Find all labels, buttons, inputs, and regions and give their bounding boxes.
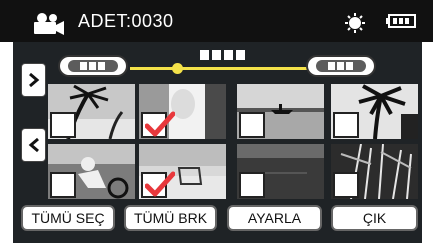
thumbnail-palm-sunset[interactable] — [48, 84, 135, 139]
set-button[interactable]: AYARLA — [227, 205, 322, 231]
thumbnail-palm-silhouette[interactable] — [331, 84, 418, 139]
check-mark-icon — [145, 171, 175, 197]
exit-button[interactable]: ÇIK — [331, 205, 418, 231]
next-pill-icon[interactable] — [306, 55, 376, 77]
header-bar: ADET:0030 — [0, 0, 433, 42]
selection-checkbox[interactable] — [333, 112, 359, 138]
selection-checkbox[interactable] — [239, 172, 265, 198]
battery-icon — [386, 14, 416, 28]
screen: ADET:0030 TÜMÜ SEÇ TÜMÜ BRK AYARLA ÇIK — [0, 0, 433, 249]
selection-checkbox[interactable] — [141, 171, 175, 198]
thumbnail-beach-chair[interactable] — [139, 144, 226, 199]
deselect-all-button[interactable]: TÜMÜ BRK — [124, 205, 217, 231]
selection-checkbox[interactable] — [50, 172, 76, 198]
page-indicator-icon — [200, 50, 245, 60]
sun-icon — [345, 13, 365, 33]
selection-checkbox[interactable] — [50, 112, 76, 138]
thumbnail-cyclist[interactable] — [48, 144, 135, 199]
select-all-button[interactable]: TÜMÜ SEÇ — [21, 205, 115, 231]
chevron-left-icon — [28, 137, 39, 153]
recording-count: ADET:0030 — [78, 11, 174, 31]
thumbnail-boat-on-lake[interactable] — [237, 84, 324, 139]
selection-checkbox[interactable] — [141, 111, 175, 138]
page-slider-track[interactable] — [130, 67, 312, 70]
video-camera-icon — [34, 13, 64, 35]
previous-page-button[interactable] — [21, 128, 46, 162]
selection-checkbox[interactable] — [239, 112, 265, 138]
previous-pill-icon[interactable] — [58, 55, 128, 77]
thumbnail-dark-water[interactable] — [237, 144, 324, 199]
chevron-right-icon — [29, 72, 40, 88]
thumbnail-bamboo-grass[interactable] — [331, 144, 418, 199]
next-page-button[interactable] — [21, 63, 46, 97]
selection-checkbox[interactable] — [333, 172, 359, 198]
check-mark-icon — [145, 111, 175, 137]
thumbnail-person-portrait[interactable] — [139, 84, 226, 139]
page-slider-knob[interactable] — [172, 63, 183, 74]
